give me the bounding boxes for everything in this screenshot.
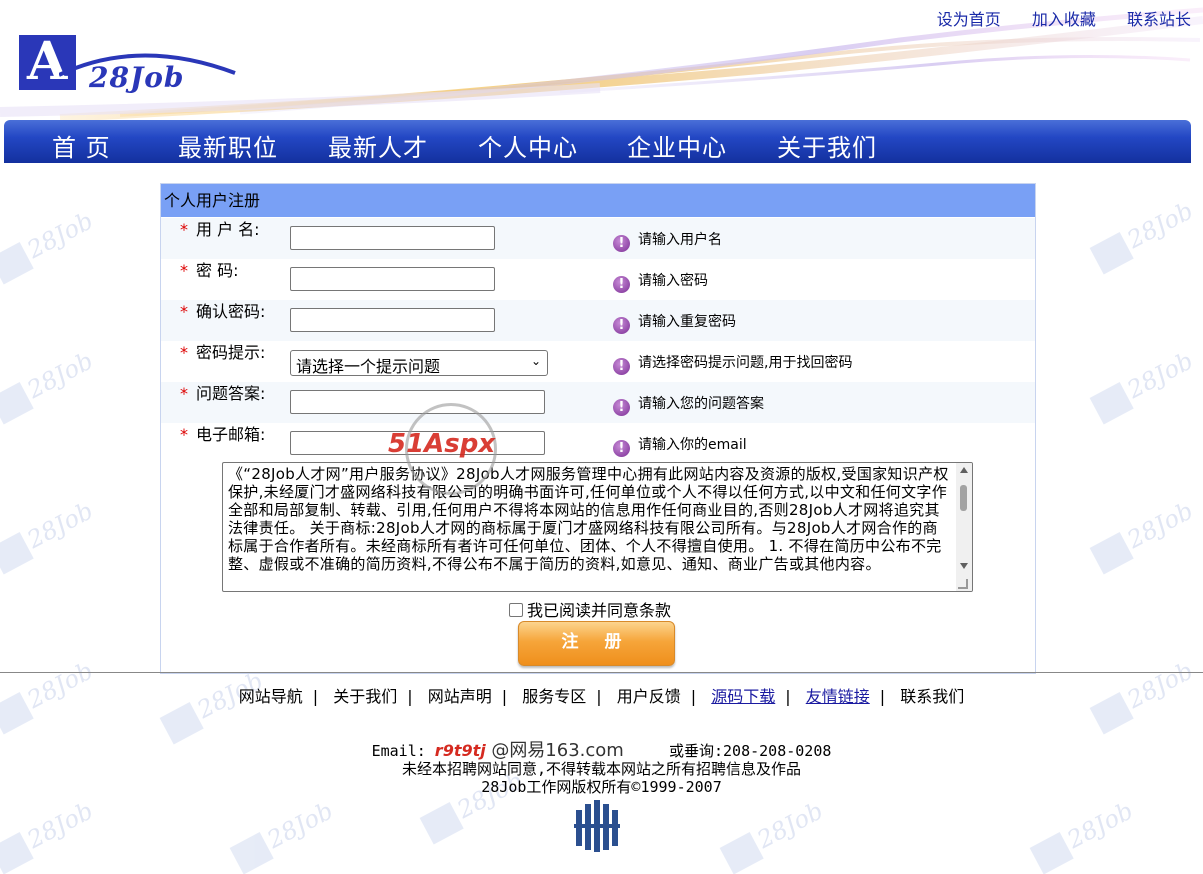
watermark-logo: 28Job [719, 796, 829, 874]
separator: | [596, 687, 602, 706]
field-label: * 电子邮箱: [180, 425, 266, 444]
field-label: * 用 户 名: [180, 220, 260, 239]
footer-link-services[interactable]: 服务专区 [522, 687, 586, 706]
email-input[interactable] [290, 431, 545, 455]
footer-link-contact[interactable]: 联系我们 [900, 687, 964, 706]
scroll-up-icon[interactable] [960, 467, 968, 473]
footer-divider [0, 672, 1203, 673]
password-input[interactable] [290, 267, 495, 291]
set-homepage-link[interactable]: 设为首页 [937, 10, 1001, 29]
field-hint: ! 请输入重复密码 [613, 311, 736, 334]
logo-text: 28Job [89, 61, 185, 94]
nav-item-latest-jobs[interactable]: 最新职位 [178, 128, 278, 163]
field-label: * 密 码: [180, 261, 239, 280]
info-icon: ! [613, 399, 630, 416]
watermark-logo: 28Job [0, 796, 99, 874]
field-label: * 确认密码: [180, 302, 266, 321]
field-label: * 密码提示: [180, 343, 266, 362]
chevron-down-icon: ⌄ [530, 354, 541, 368]
separator: | [312, 687, 319, 706]
required-star: * [180, 302, 188, 321]
agreement-scrollbar[interactable] [956, 463, 972, 591]
copyright-text: 28Job工作网版权所有©1999-2007 [481, 778, 722, 796]
username-input[interactable] [290, 226, 495, 250]
footer-link-about[interactable]: 关于我们 [333, 687, 397, 706]
nav-item-home[interactable]: 首 页 [52, 128, 111, 163]
form-row-password-hint: * 密码提示: 请选择一个提示问题 ⌄ ! 请选择密码提示问题,用于找回密码 [161, 341, 1035, 382]
nav-item-about-us[interactable]: 关于我们 [777, 128, 877, 163]
resize-grip-icon[interactable] [958, 579, 968, 589]
watermark-logo: 28Job [0, 496, 99, 575]
watermark-logo: 28Job [0, 206, 99, 285]
field-hint: ! 请输入您的问题答案 [613, 393, 764, 416]
agree-checkbox[interactable] [509, 603, 523, 617]
separator: | [879, 687, 886, 706]
field-hint: ! 请输入用户名 [613, 229, 722, 252]
footer-links: 网站导航 | 关于我们 | 网站声明 | 服务专区 | 用户反馈 | 源码下载 | 友情链接… [0, 683, 1203, 707]
separator: | [785, 687, 791, 706]
footer-link-feedback[interactable]: 用户反馈 [617, 687, 681, 706]
watermark-logo: 28Job [1089, 496, 1199, 575]
field-hint: ! 请输入你的email [613, 434, 747, 457]
contact-line: Email: r9t9tj @网易163.com 或垂询:208-208-020… [0, 740, 1203, 761]
footer-info: Email: r9t9tj @网易163.com 或垂询:208-208-020… [0, 740, 1203, 797]
info-icon: ! [613, 276, 630, 293]
required-star: * [180, 261, 188, 280]
watermark-logo: 28Job [1029, 796, 1139, 874]
required-star: * [180, 343, 188, 362]
email-prefix: Email: [371, 742, 426, 760]
nav-item-company-center[interactable]: 企业中心 [627, 128, 727, 163]
add-favorite-link[interactable]: 加入收藏 [1032, 10, 1096, 29]
footer-link-source-download[interactable]: 源码下载 [711, 687, 775, 706]
field-hint: ! 请选择密码提示问题,用于找回密码 [613, 352, 852, 375]
form-row-answer: * 问题答案: ! 请输入您的问题答案 [161, 382, 1035, 423]
contact-admin-link[interactable]: 联系站长 [1127, 10, 1191, 29]
footer-link-statement[interactable]: 网站声明 [428, 687, 492, 706]
email-image: r9t9tj @网易163.com [434, 740, 624, 761]
info-icon: ! [613, 440, 630, 457]
field-hint: ! 请输入密码 [613, 270, 708, 293]
copyright-notice: 未经本招聘网站同意,不得转载本网站之所有招聘信息及作品 [401, 760, 802, 778]
info-icon: ! [613, 317, 630, 334]
scroll-thumb[interactable] [960, 485, 967, 511]
form-row-password: * 密 码: ! 请输入密码 [161, 259, 1035, 300]
site-logo[interactable]: A 28Job [19, 31, 236, 105]
agreement-text: 《“28Job人才网”用户服务协议》28Job人才网服务管理中心拥有此网站内容及… [228, 465, 949, 573]
watermark-logo: 28Job [0, 346, 99, 425]
agree-label: 我已阅读并同意条款 [527, 601, 672, 620]
agree-terms: 我已阅读并同意条款 [509, 597, 671, 621]
site-header: A 28Job 设为首页 加入收藏 联系站长 [0, 0, 1203, 120]
scroll-down-icon[interactable] [960, 563, 968, 569]
info-icon: ! [613, 358, 630, 375]
field-label: * 问题答案: [180, 384, 266, 403]
agreement-textarea[interactable]: 《“28Job人才网”用户服务协议》28Job人才网服务管理中心拥有此网站内容及… [222, 462, 973, 592]
nav-item-personal-center[interactable]: 个人中心 [478, 128, 578, 163]
top-links: 设为首页 加入收藏 联系站长 [911, 6, 1191, 30]
form-row-email: * 电子邮箱: ! 请输入你的email [161, 423, 1035, 464]
register-button[interactable]: 注 册 [518, 621, 675, 666]
info-icon: ! [613, 235, 630, 252]
bottom-logo-icon [574, 800, 620, 852]
form-row-username: * 用 户 名: ! 请输入用户名 [161, 218, 1035, 259]
registration-form: 个人用户注册 * 用 户 名: ! 请输入用户名 * 密 码: ! 请输入密码 * 确认密… [160, 183, 1036, 674]
footer-link-site-nav[interactable]: 网站导航 [239, 687, 303, 706]
watermark-logo: 28Job [1089, 346, 1199, 425]
required-star: * [180, 425, 188, 444]
watermark-logo: 28Job [1089, 196, 1199, 275]
phone-text: 或垂询:208-208-0208 [669, 742, 832, 760]
password-question-select[interactable]: 请选择一个提示问题 ⌄ [290, 350, 548, 376]
confirm-password-input[interactable] [290, 308, 495, 332]
nav-item-latest-talents[interactable]: 最新人才 [328, 128, 428, 163]
required-star: * [180, 384, 188, 403]
form-row-confirm-password: * 确认密码: ! 请输入重复密码 [161, 300, 1035, 341]
separator: | [501, 687, 508, 706]
watermark-logo: 28Job [229, 796, 339, 874]
main-nav: 首 页 最新职位 最新人才 个人中心 企业中心 关于我们 [4, 120, 1191, 163]
required-star: * [180, 220, 188, 239]
answer-input[interactable] [290, 390, 545, 414]
separator: | [690, 687, 697, 706]
separator: | [407, 687, 413, 706]
form-title: 个人用户注册 [161, 184, 1035, 217]
footer-link-friend-links[interactable]: 友情链接 [806, 687, 870, 706]
